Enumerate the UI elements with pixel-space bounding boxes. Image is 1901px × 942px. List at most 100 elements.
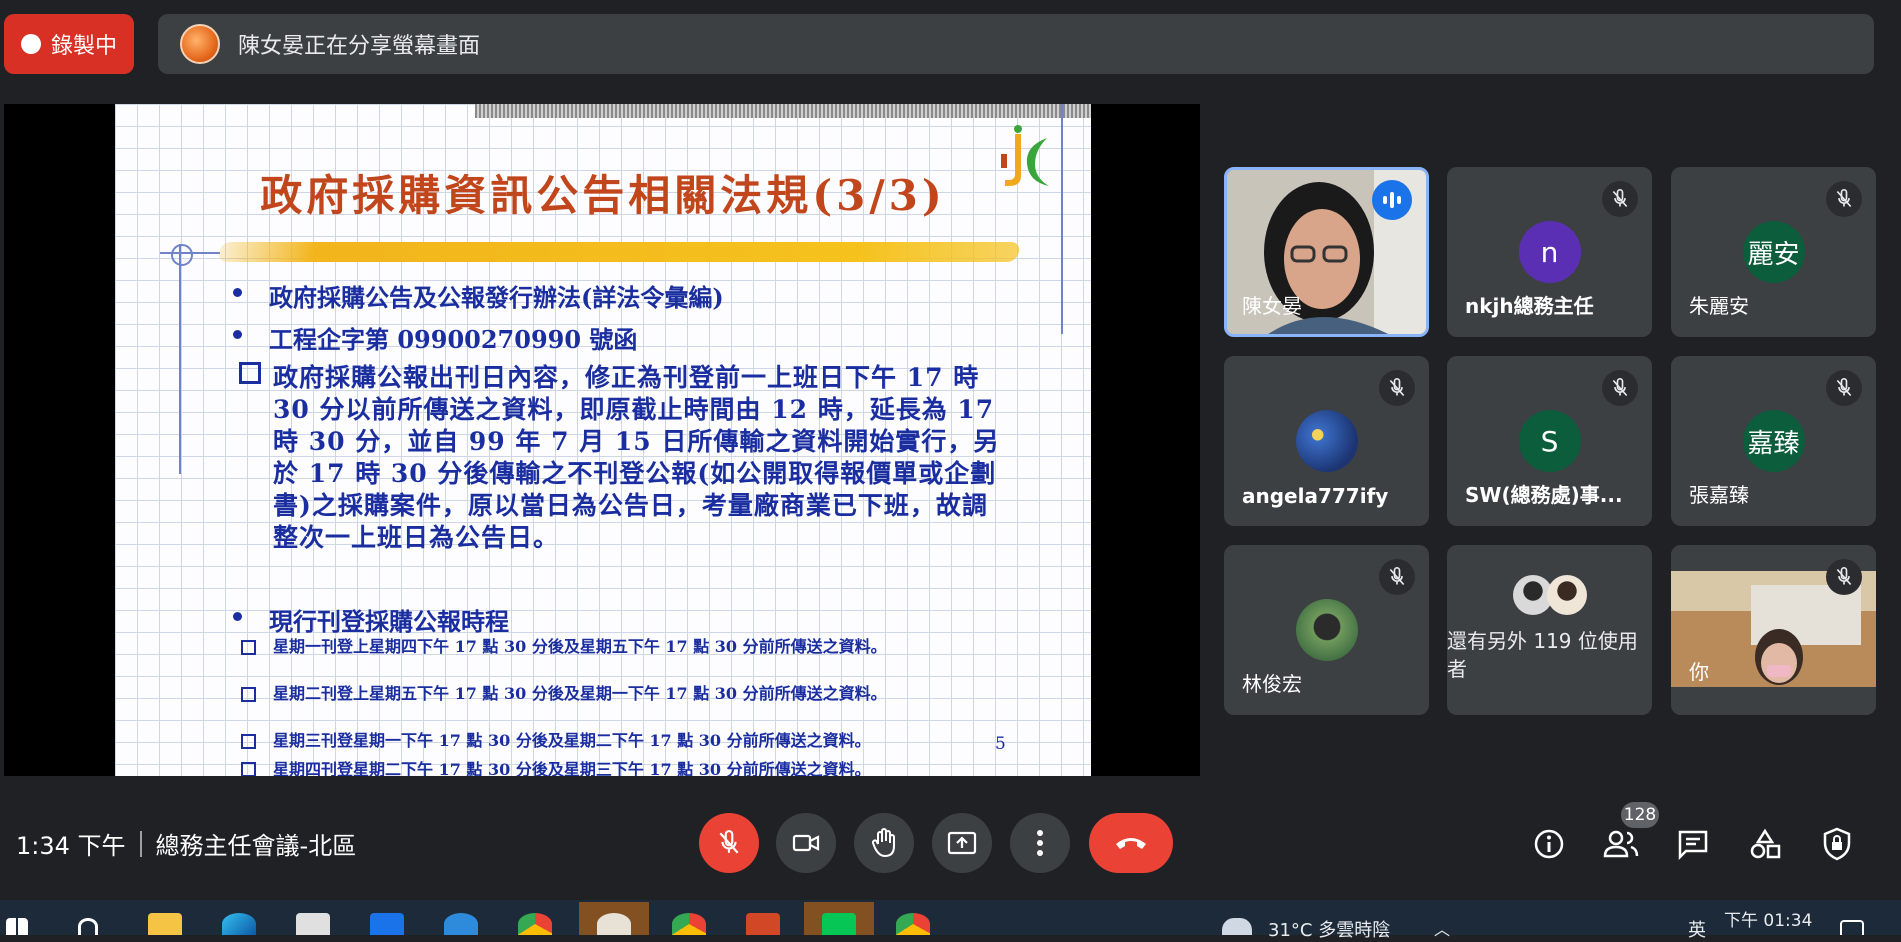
recording-label: 錄製中 [50,34,117,59]
os-taskbar [0,900,1901,935]
participant-name: 朱麗安 [1689,294,1749,318]
hang-up-phone-icon [1116,838,1146,849]
participant-tile[interactable]: S SW(總務處)事... [1447,356,1652,526]
slide-guide-line [179,244,181,474]
slide-bullet: 工程企字第 09900270990 號函 [233,320,637,355]
weather-cloud-icon [1222,918,1252,935]
mic-off-icon [1826,370,1862,406]
participant-tile[interactable]: 麗安 朱麗安 [1671,167,1876,337]
participant-name: nkjh總務主任 [1465,294,1594,318]
participant-name: angela777ify [1242,484,1389,508]
info-icon [1534,829,1564,859]
checkbox-bullet-icon [241,734,256,749]
raise-hand-button[interactable] [854,813,914,873]
participant-name: 陳女晏 [1242,294,1302,318]
schedule-item: 星期一刊登上星期四下午 17 點 30 分後及星期五下午 17 點 30 分前所… [273,637,887,656]
ie-browser-icon[interactable] [444,913,478,935]
more-options-button[interactable] [1010,813,1070,873]
presenter-avatar [180,24,220,64]
mail-icon[interactable] [370,913,404,935]
share-banner-text: 陳女晏正在分享螢幕畫面 [238,34,481,59]
meeting-time: 1:34 下午 [16,832,126,860]
slide-title: 政府採購資訊公告相關法規(3/3) [260,171,946,220]
participant-tile[interactable]: 嘉臻 張嘉臻 [1671,356,1876,526]
tray-chevron-up-icon[interactable]: ︿ [1434,916,1450,940]
participant-avatar-image [1295,599,1358,661]
bullet-dot-icon [233,288,242,297]
taskbar-weather[interactable]: 31°C 多雲時陰 [1268,916,1390,942]
mic-off-icon [1826,181,1862,217]
store-icon[interactable] [296,913,330,935]
activities-shapes-icon [1750,828,1781,859]
windows-start-icon[interactable] [6,918,28,935]
taskbar-clock[interactable]: 下午 01:34 [1724,906,1812,931]
slide-page-number: 5 [995,734,1006,754]
chrome-icon[interactable] [672,913,706,935]
slide-title-underline [216,242,1022,262]
mic-off-icon [1602,181,1638,217]
participant-avatar: 麗安 [1742,221,1805,283]
line-app-icon[interactable] [822,913,856,935]
schedule-item: 星期二刊登上星期五下午 17 點 30 分後及星期一下午 17 點 30 分前所… [273,684,887,703]
slide-bullet: 現行刊登採購公報時程 [233,602,509,637]
recording-badge: 錄製中 [4,14,134,74]
checkbox-bullet-icon [241,762,256,776]
slide-paragraph: 政府採購公報出刊日內容，修正為刊登前一上班日下午 17 時 30 分以前所傳送之… [273,363,1000,552]
screen-share-banner: 陳女晏正在分享螢幕畫面 [158,14,1874,74]
mic-off-icon [1826,559,1862,595]
participant-tile-self[interactable]: 你 [1671,545,1876,715]
meeting-info: 1:34 下午 總務主任會議-北區 [16,826,356,861]
host-controls-button[interactable] [1815,822,1859,866]
participant-avatar: S [1518,410,1581,472]
shared-screen[interactable]: 政府採購資訊公告相關法規(3/3) 政府採購公告及公報發行辦法(詳法令彙編) 工… [4,104,1200,776]
speaking-indicator-icon [1372,180,1412,220]
chat-icon [1678,830,1708,860]
chat-button[interactable] [1671,822,1715,866]
microphone-toggle-button[interactable] [699,813,759,873]
mic-off-icon [1602,370,1638,406]
participant-avatar: 嘉臻 [1742,410,1805,472]
chrome-icon[interactable] [896,913,930,935]
participant-tile[interactable]: 林俊宏 [1224,545,1429,715]
checkbox-bullet-icon [241,640,256,655]
others-count-label: 還有另外 119 位使用者 [1447,629,1638,681]
others-tile[interactable]: 還有另外 119 位使用者 [1447,545,1652,715]
notification-icon[interactable] [1840,920,1864,935]
bullet-dot-icon [233,612,242,621]
participant-tile-presenter[interactable]: 陳女晏 [1224,167,1429,337]
file-explorer-icon[interactable] [148,913,182,935]
participant-name: 林俊宏 [1242,672,1302,696]
activities-button[interactable] [1743,822,1787,866]
ime-indicator[interactable]: 英 [1688,916,1706,942]
participant-tile[interactable]: n nkjh總務主任 [1447,167,1652,337]
people-count-badge: 128 [1621,802,1659,828]
participant-avatar: n [1518,221,1581,283]
others-avatar-image [1547,575,1587,615]
present-screen-button[interactable] [932,813,992,873]
checkbox-bullet-icon [239,362,261,384]
schedule-item: 星期四刊登星期二下午 17 點 30 分後及星期三下午 17 點 30 分前所傳… [273,760,871,777]
camera-toggle-button[interactable] [776,813,836,873]
present-screen-icon [947,831,977,855]
mic-off-icon [1379,559,1415,595]
edge-browser-icon[interactable] [222,913,256,935]
mic-off-icon [719,830,739,854]
mic-off-icon [1379,370,1415,406]
bullet-dot-icon [233,330,242,339]
powerpoint-icon[interactable] [746,913,780,935]
leave-call-button[interactable] [1089,813,1173,873]
people-button[interactable] [1599,822,1643,866]
divider [139,830,142,857]
participant-avatar-image [1295,410,1358,472]
meeting-details-button[interactable] [1527,822,1571,866]
slide-top-stripe [475,104,1091,118]
search-icon[interactable] [78,918,98,935]
checkbox-bullet-icon [241,687,256,702]
slide-crosshair-icon [171,244,193,266]
gauge-app-icon[interactable] [597,913,631,935]
slide: 政府採購資訊公告相關法規(3/3) 政府採購公告及公報發行辦法(詳法令彙編) 工… [115,104,1091,776]
chrome-icon[interactable] [518,913,552,935]
meeting-title: 總務主任會議-北區 [155,832,357,860]
participant-name: 張嘉臻 [1689,483,1749,507]
participant-tile[interactable]: angela777ify [1224,356,1429,526]
